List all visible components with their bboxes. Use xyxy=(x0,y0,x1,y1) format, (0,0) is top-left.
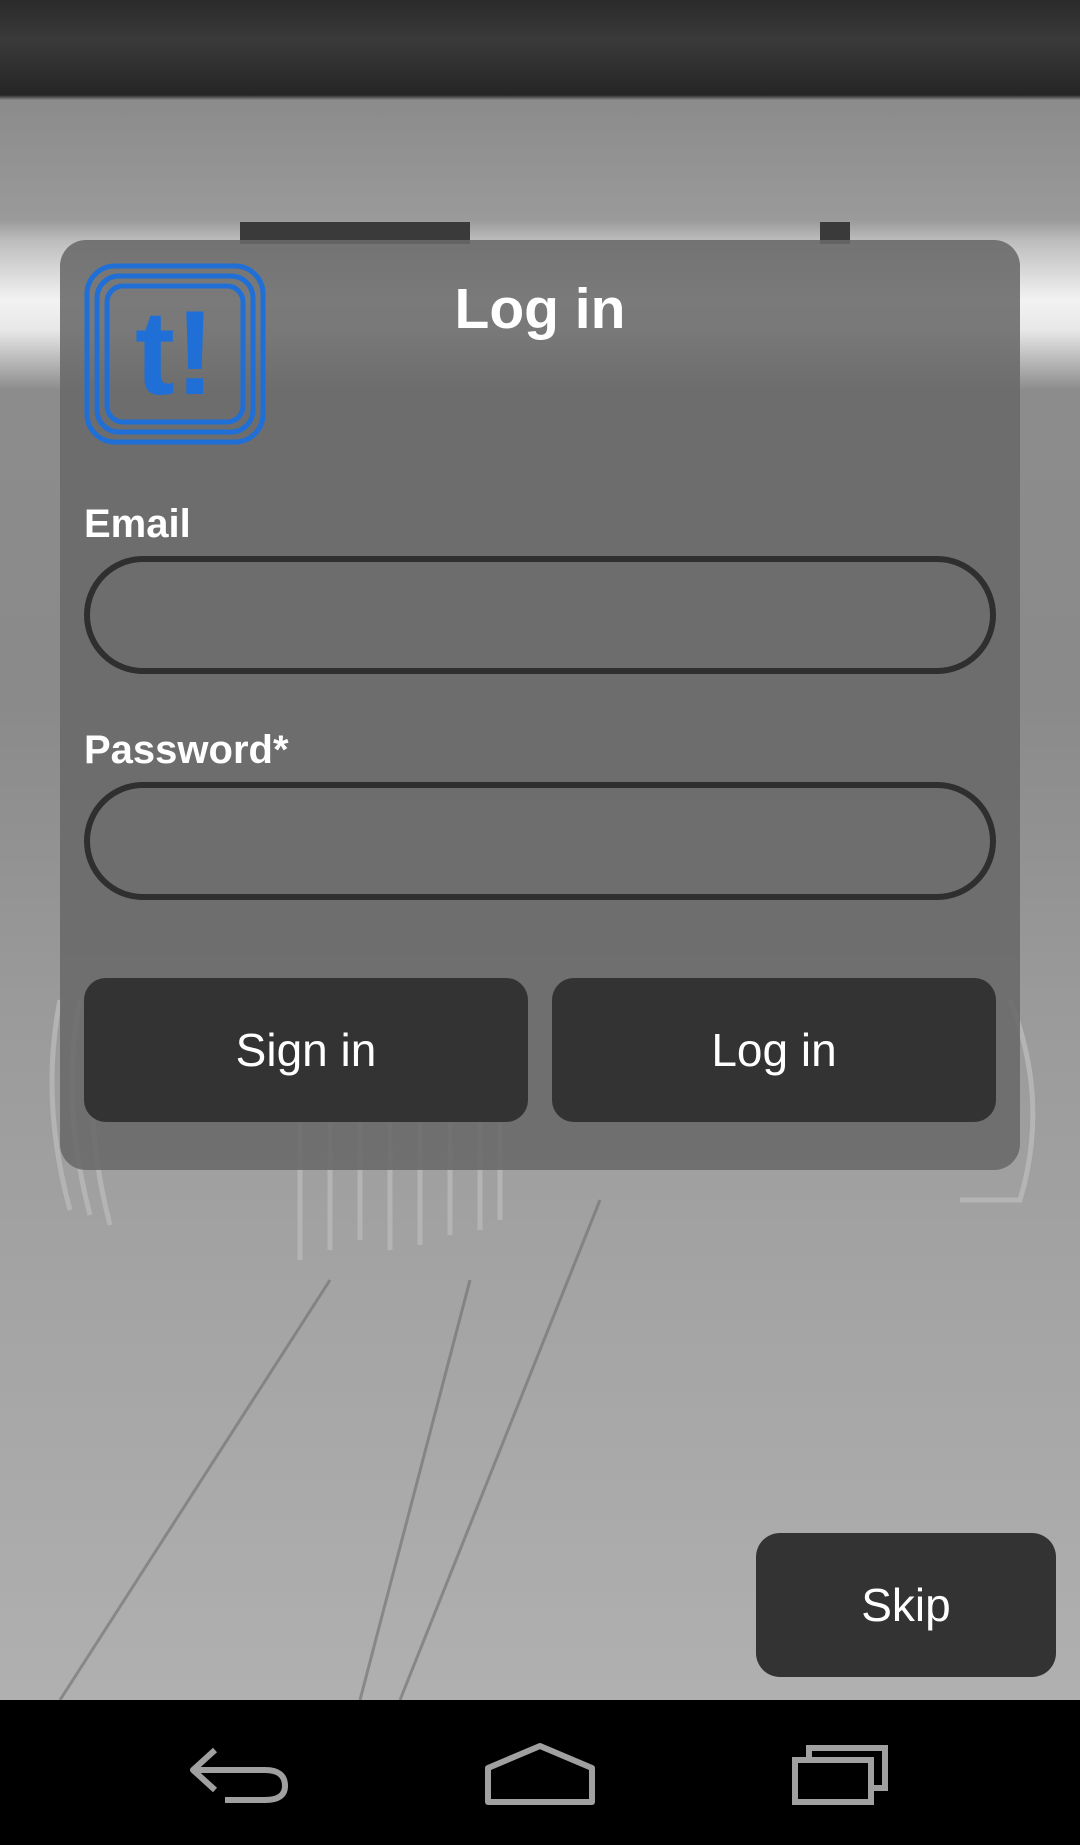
password-field[interactable] xyxy=(84,782,996,900)
sign-in-button[interactable]: Sign in xyxy=(84,978,528,1122)
recents-icon xyxy=(792,1744,888,1805)
back-button[interactable] xyxy=(180,1730,300,1815)
email-label: Email xyxy=(84,502,191,546)
app-screen: t! Log in Email Password* Sign in Log in… xyxy=(0,0,1080,1845)
system-navigation-bar xyxy=(0,1700,1080,1845)
home-icon xyxy=(485,1742,595,1805)
home-button[interactable] xyxy=(480,1730,600,1815)
dialog-title: Log in xyxy=(454,277,626,341)
password-label: Password* xyxy=(84,728,289,772)
login-dialog: t! Log in Email Password* Sign in Log in xyxy=(60,240,1020,1170)
back-icon xyxy=(190,1747,289,1803)
email-field[interactable] xyxy=(84,556,996,674)
log-in-button[interactable]: Log in xyxy=(552,978,996,1122)
recents-button[interactable] xyxy=(780,1730,900,1815)
skip-button[interactable]: Skip xyxy=(756,1533,1056,1677)
